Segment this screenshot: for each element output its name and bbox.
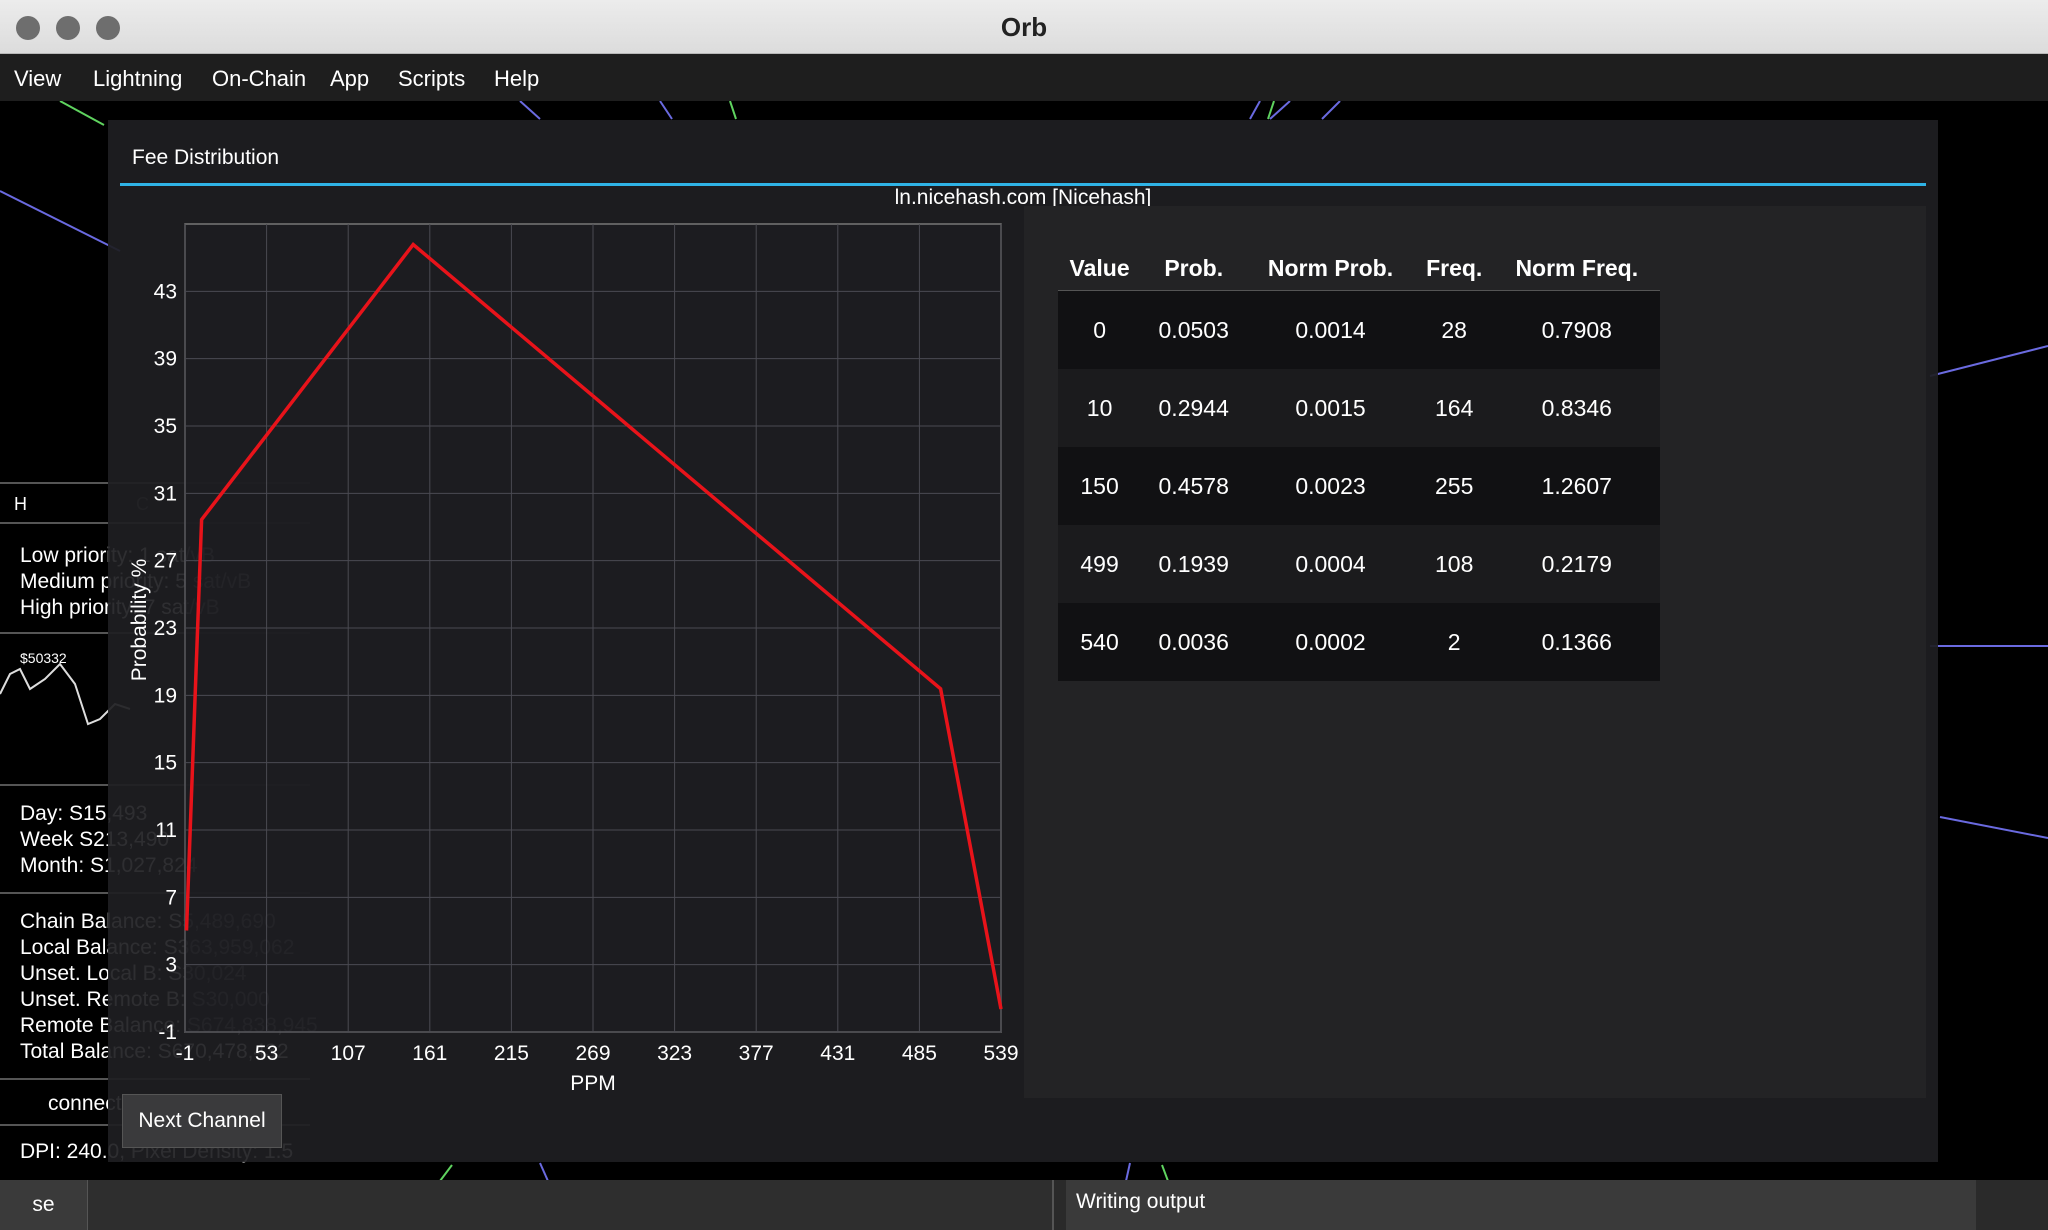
x-tick-label: 53 (255, 1042, 278, 1065)
dialog-title: Fee Distribution (132, 146, 280, 169)
cell-norm-freq: 0.2179 (1493, 525, 1660, 603)
cell-freq: 255 (1414, 447, 1494, 525)
cell-freq: 164 (1414, 369, 1494, 447)
cell-prob: 0.0036 (1141, 603, 1247, 681)
cell-value: 150 (1058, 447, 1142, 525)
table-row: 540 0.0036 0.0002 2 0.1366 (1058, 603, 1660, 681)
column-header-norm-freq: Norm Freq. (1493, 246, 1660, 291)
title-bar: Orb (0, 0, 2048, 54)
cell-prob: 0.4578 (1141, 447, 1247, 525)
x-tick-label: 161 (412, 1042, 447, 1065)
cell-norm-prob: 0.0014 (1246, 290, 1415, 369)
x-axis-ticks: -1 53 107 161 215 269 323 377 431 485 539 (176, 1042, 1019, 1065)
status-output: Writing output (1066, 1180, 1976, 1230)
x-tick-label: 269 (575, 1042, 610, 1065)
cell-norm-freq: 1.2607 (1493, 447, 1660, 525)
status-bar: se Writing output (0, 1180, 2048, 1230)
cell-freq: 2 (1414, 603, 1494, 681)
x-tick-label: 431 (820, 1042, 855, 1065)
table-row: 0 0.0503 0.0014 28 0.7908 (1058, 290, 1660, 369)
table-row: 499 0.1939 0.0004 108 0.2179 (1058, 525, 1660, 603)
cell-norm-prob: 0.0023 (1246, 447, 1415, 525)
x-tick-label: -1 (176, 1042, 195, 1065)
menu-on-chain[interactable]: On-Chain (212, 66, 306, 92)
cell-prob: 0.1939 (1141, 525, 1247, 603)
column-header-freq: Freq. (1414, 246, 1494, 291)
x-tick-label: 485 (902, 1042, 937, 1065)
cell-norm-freq: 0.1366 (1493, 603, 1660, 681)
table-row: 150 0.4578 0.0023 255 1.2607 (1058, 447, 1660, 525)
cell-value: 499 (1058, 525, 1142, 603)
column-header-value: Value (1058, 246, 1142, 291)
fee-distribution-chart: -1 53 107 161 215 269 323 377 431 485 539 -1 3 7 11 15… (128, 223, 1019, 1095)
y-tick-label: -1 (158, 1021, 177, 1044)
cell-value: 10 (1058, 369, 1142, 447)
y-tick-label: 43 (154, 280, 177, 303)
status-left-label: se (32, 1193, 55, 1216)
cell-norm-prob: 0.0004 (1246, 525, 1415, 603)
x-tick-label: 107 (331, 1042, 366, 1065)
menu-bar: View Lightning On-Chain App Scripts Help (0, 54, 2048, 101)
status-left-button[interactable]: se (0, 1180, 88, 1230)
y-tick-label: 11 (155, 819, 177, 842)
y-axis-ticks: -1 3 7 11 15 19 23 27 31 35 39 43 (154, 280, 177, 1044)
y-tick-label: 39 (154, 348, 177, 371)
fee-stats-table: Value Prob. Norm Prob. Freq. Norm Freq. … (1058, 246, 1660, 681)
menu-lightning[interactable]: Lightning (93, 66, 182, 92)
menu-help[interactable]: Help (494, 66, 539, 92)
status-input[interactable] (88, 1180, 1054, 1230)
menu-app[interactable]: App (330, 66, 369, 92)
tab-h[interactable]: H (14, 494, 27, 515)
y-tick-label: 3 (165, 954, 177, 977)
y-tick-label: 23 (154, 617, 177, 640)
x-tick-label: 215 (494, 1042, 529, 1065)
cell-freq: 28 (1414, 290, 1494, 369)
column-header-prob: Prob. (1141, 246, 1247, 291)
y-tick-label: 27 (154, 550, 177, 573)
next-channel-button[interactable]: Next Channel (122, 1094, 282, 1148)
cell-norm-prob: 0.0002 (1246, 603, 1415, 681)
column-header-norm-prob: Norm Prob. (1246, 246, 1415, 291)
cell-prob: 0.0503 (1141, 290, 1247, 369)
window-title: Orb (1000, 12, 1048, 42)
price-label: $50332 (20, 650, 67, 666)
y-tick-label: 31 (154, 482, 177, 505)
y-tick-label: 19 (154, 684, 177, 707)
menu-view[interactable]: View (14, 66, 61, 92)
cell-prob: 0.2944 (1141, 369, 1247, 447)
cell-norm-freq: 0.7908 (1493, 290, 1660, 369)
x-axis-label: PPM (570, 1072, 616, 1095)
y-tick-label: 35 (154, 415, 177, 438)
cell-value: 540 (1058, 603, 1142, 681)
table-header-row: Value Prob. Norm Prob. Freq. Norm Freq. (1058, 246, 1660, 291)
y-axis-label: Probability % (128, 559, 151, 682)
table-row: 10 0.2944 0.0015 164 0.8346 (1058, 369, 1660, 447)
status-output-text: Writing output (1076, 1190, 1206, 1213)
x-tick-label: 539 (983, 1042, 1018, 1065)
cell-value: 0 (1058, 290, 1142, 369)
cell-norm-prob: 0.0015 (1246, 369, 1415, 447)
y-tick-label: 7 (165, 886, 177, 909)
x-tick-label: 323 (657, 1042, 692, 1065)
y-tick-label: 15 (154, 752, 177, 775)
menu-scripts[interactable]: Scripts (398, 66, 465, 92)
cell-freq: 108 (1414, 525, 1494, 603)
x-tick-label: 377 (739, 1042, 774, 1065)
cell-norm-freq: 0.8346 (1493, 369, 1660, 447)
